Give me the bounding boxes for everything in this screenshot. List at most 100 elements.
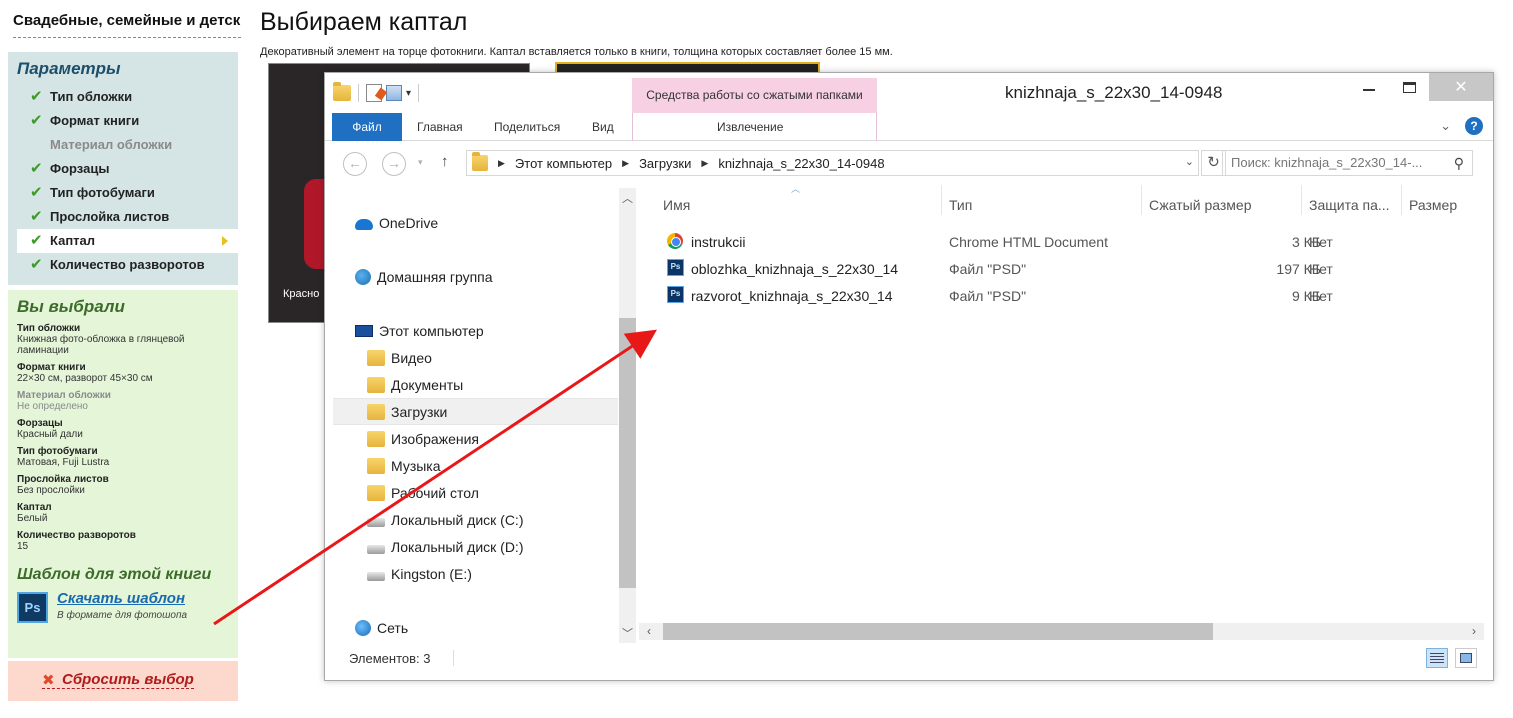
chevron-left-icon[interactable]: ‹ — [647, 624, 651, 638]
template-format-note: В формате для фотошопа — [57, 610, 188, 621]
scrollbar-thumb[interactable] — [619, 318, 636, 588]
site-title[interactable]: Свадебные, семейные и детские фотокниги — [13, 12, 241, 38]
nav-item-disk-c[interactable]: Локальный диск (C:) — [367, 506, 524, 533]
search-input[interactable]: Поиск: knizhnaja_s_22x30_14-... ⚲ — [1222, 150, 1473, 176]
file-list: ︿ Имя Тип Сжатый размер Защита па... Раз… — [639, 184, 1484, 640]
pc-icon — [355, 324, 373, 337]
column-divider[interactable] — [1141, 185, 1142, 215]
compressed-tools-context: Средства работы со сжатыми папками — [632, 78, 877, 113]
back-button[interactable]: ← — [343, 152, 367, 176]
param-item-spreads-count[interactable]: ✔ Количество разворотов — [8, 253, 238, 277]
nav-item-videos[interactable]: Видео — [367, 344, 432, 371]
photoshop-icon[interactable]: Ps — [17, 592, 48, 623]
params-heading: Параметры — [17, 59, 121, 78]
column-header-protection[interactable]: Защита па... — [1309, 185, 1390, 219]
file-name: razvorot_knizhnaja_s_22x30_14 — [691, 288, 893, 304]
tab-extract[interactable]: Извлечение — [717, 113, 783, 141]
param-item-kaptal[interactable]: ✔ Каптал — [17, 229, 238, 253]
nav-item-homegroup[interactable]: Домашняя группа — [355, 263, 493, 290]
check-icon: ✔ — [30, 112, 43, 129]
sort-ascending-icon: ︿ — [791, 184, 801, 194]
nav-item-this-pc[interactable]: Этот компьютер — [355, 317, 484, 344]
file-list-horizontal-scrollbar[interactable]: ‹ › — [639, 623, 1484, 640]
nav-item-documents[interactable]: Документы — [367, 371, 463, 398]
nav-item-network[interactable]: Сеть — [355, 614, 408, 641]
search-icon[interactable]: ⚲ — [1454, 151, 1464, 175]
column-header-size[interactable]: Размер — [1409, 185, 1457, 219]
chosen-label: Материал обложки — [17, 390, 111, 401]
page-title: Выбираем каптал — [260, 8, 468, 36]
param-item-book-format[interactable]: ✔ Формат книги — [8, 109, 238, 133]
nav-item-disk-d[interactable]: Локальный диск (D:) — [367, 533, 524, 560]
minimize-button[interactable] — [1349, 73, 1389, 101]
chosen-panel: Вы выбрали Тип обложки Книжная фото-обло… — [8, 290, 238, 658]
file-row[interactable]: Ps razvorot_knizhnaja_s_22x30_14 Файл "P… — [639, 283, 1484, 310]
chosen-value: Без прослойки — [17, 485, 85, 496]
help-icon[interactable]: ? — [1465, 117, 1483, 135]
breadcrumb-current-folder[interactable]: knizhnaja_s_22x30_14-0948 — [718, 156, 884, 171]
file-type: Файл "PSD" — [949, 288, 1027, 304]
param-item-cover-type[interactable]: ✔ Тип обложки — [8, 85, 238, 109]
up-button[interactable]: ↑ — [441, 153, 449, 170]
template-heading: Шаблон для этой книги — [17, 566, 212, 583]
tab-view[interactable]: Вид — [592, 113, 614, 141]
forward-button[interactable]: → — [382, 152, 406, 176]
chrome-icon — [667, 233, 683, 249]
chevron-right-icon[interactable]: ▶ — [622, 158, 629, 169]
param-item-endpapers[interactable]: ✔ Форзацы — [8, 157, 238, 181]
nav-pane-scrollbar[interactable]: ︿ ﹀ — [619, 188, 636, 643]
close-button[interactable]: ✕ — [1429, 73, 1493, 101]
breadcrumb-downloads[interactable]: Загрузки — [639, 156, 691, 171]
file-row[interactable]: instrukcii Chrome HTML Document 3 КБ Нет — [639, 229, 1484, 256]
chosen-label: Тип фотобумаги — [17, 446, 98, 457]
tab-share[interactable]: Поделиться — [494, 113, 560, 141]
properties-icon[interactable] — [366, 84, 382, 102]
psd-icon: Ps — [667, 286, 684, 303]
folder-icon — [472, 152, 488, 171]
recent-locations-dropdown[interactable]: ▾ — [418, 157, 423, 168]
column-header-name[interactable]: Имя — [663, 185, 690, 219]
customize-toolbar-dropdown[interactable]: ▾ — [406, 88, 411, 99]
nav-item-pictures[interactable]: Изображения — [367, 425, 479, 452]
chosen-value: Белый — [17, 513, 48, 524]
breadcrumb-this-pc[interactable]: Этот компьютер — [515, 156, 612, 171]
chosen-value: Красный дали — [17, 429, 83, 440]
file-row[interactable]: Ps oblozhka_knizhnaja_s_22x30_14 Файл "P… — [639, 256, 1484, 283]
chevron-up-icon[interactable]: ︿ — [622, 190, 633, 206]
tab-file[interactable]: Файл — [332, 113, 402, 141]
param-item-paper-type[interactable]: ✔ Тип фотобумаги — [8, 181, 238, 205]
scrollbar-thumb[interactable] — [663, 623, 1213, 640]
large-icons-view-button[interactable] — [1455, 648, 1477, 668]
column-divider[interactable] — [941, 185, 942, 215]
chevron-right-icon[interactable]: ▶ — [498, 158, 505, 169]
nav-item-downloads[interactable]: Загрузки — [333, 398, 618, 425]
chevron-down-icon[interactable]: ﹀ — [622, 625, 633, 641]
expand-ribbon-icon[interactable]: ⌄ — [1440, 118, 1451, 134]
nav-item-desktop[interactable]: Рабочий стол — [367, 479, 479, 506]
param-item-interlayer[interactable]: ✔ Прослойка листов — [8, 205, 238, 229]
chosen-label: Форзацы — [17, 418, 63, 429]
details-view-button[interactable] — [1426, 648, 1448, 668]
close-icon: ✕ — [1454, 79, 1468, 96]
chevron-right-icon[interactable]: › — [1472, 624, 1476, 638]
nav-item-onedrive[interactable]: OneDrive — [355, 209, 438, 236]
new-folder-icon[interactable] — [386, 85, 402, 101]
column-header-compressed-size[interactable]: Сжатый размер — [1149, 185, 1251, 219]
nav-item-kingston-e[interactable]: Kingston (E:) — [367, 560, 472, 587]
column-header-type[interactable]: Тип — [949, 185, 972, 219]
chevron-down-icon[interactable]: ⌄ — [1185, 155, 1194, 168]
nav-item-music[interactable]: Музыка — [367, 452, 441, 479]
disk-icon — [367, 517, 385, 527]
maximize-button[interactable] — [1389, 73, 1429, 101]
chosen-label: Формат книги — [17, 362, 86, 373]
chosen-label: Тип обложки — [17, 323, 81, 334]
reset-button[interactable]: ✖ Сбросить выбор — [42, 671, 194, 689]
check-icon: ✔ — [30, 232, 43, 249]
tab-home[interactable]: Главная — [417, 113, 463, 141]
column-divider[interactable] — [1301, 185, 1302, 215]
download-template-link[interactable]: Скачать шаблон — [57, 590, 185, 607]
params-panel: Параметры ✔ Тип обложки ✔ Формат книги Мат… — [8, 52, 238, 285]
address-bar[interactable]: ▶ Этот компьютер ▶ Загрузки ▶ knizhnaja_… — [466, 150, 1199, 176]
chevron-right-icon[interactable]: ▶ — [701, 158, 708, 169]
column-divider[interactable] — [1401, 185, 1402, 215]
